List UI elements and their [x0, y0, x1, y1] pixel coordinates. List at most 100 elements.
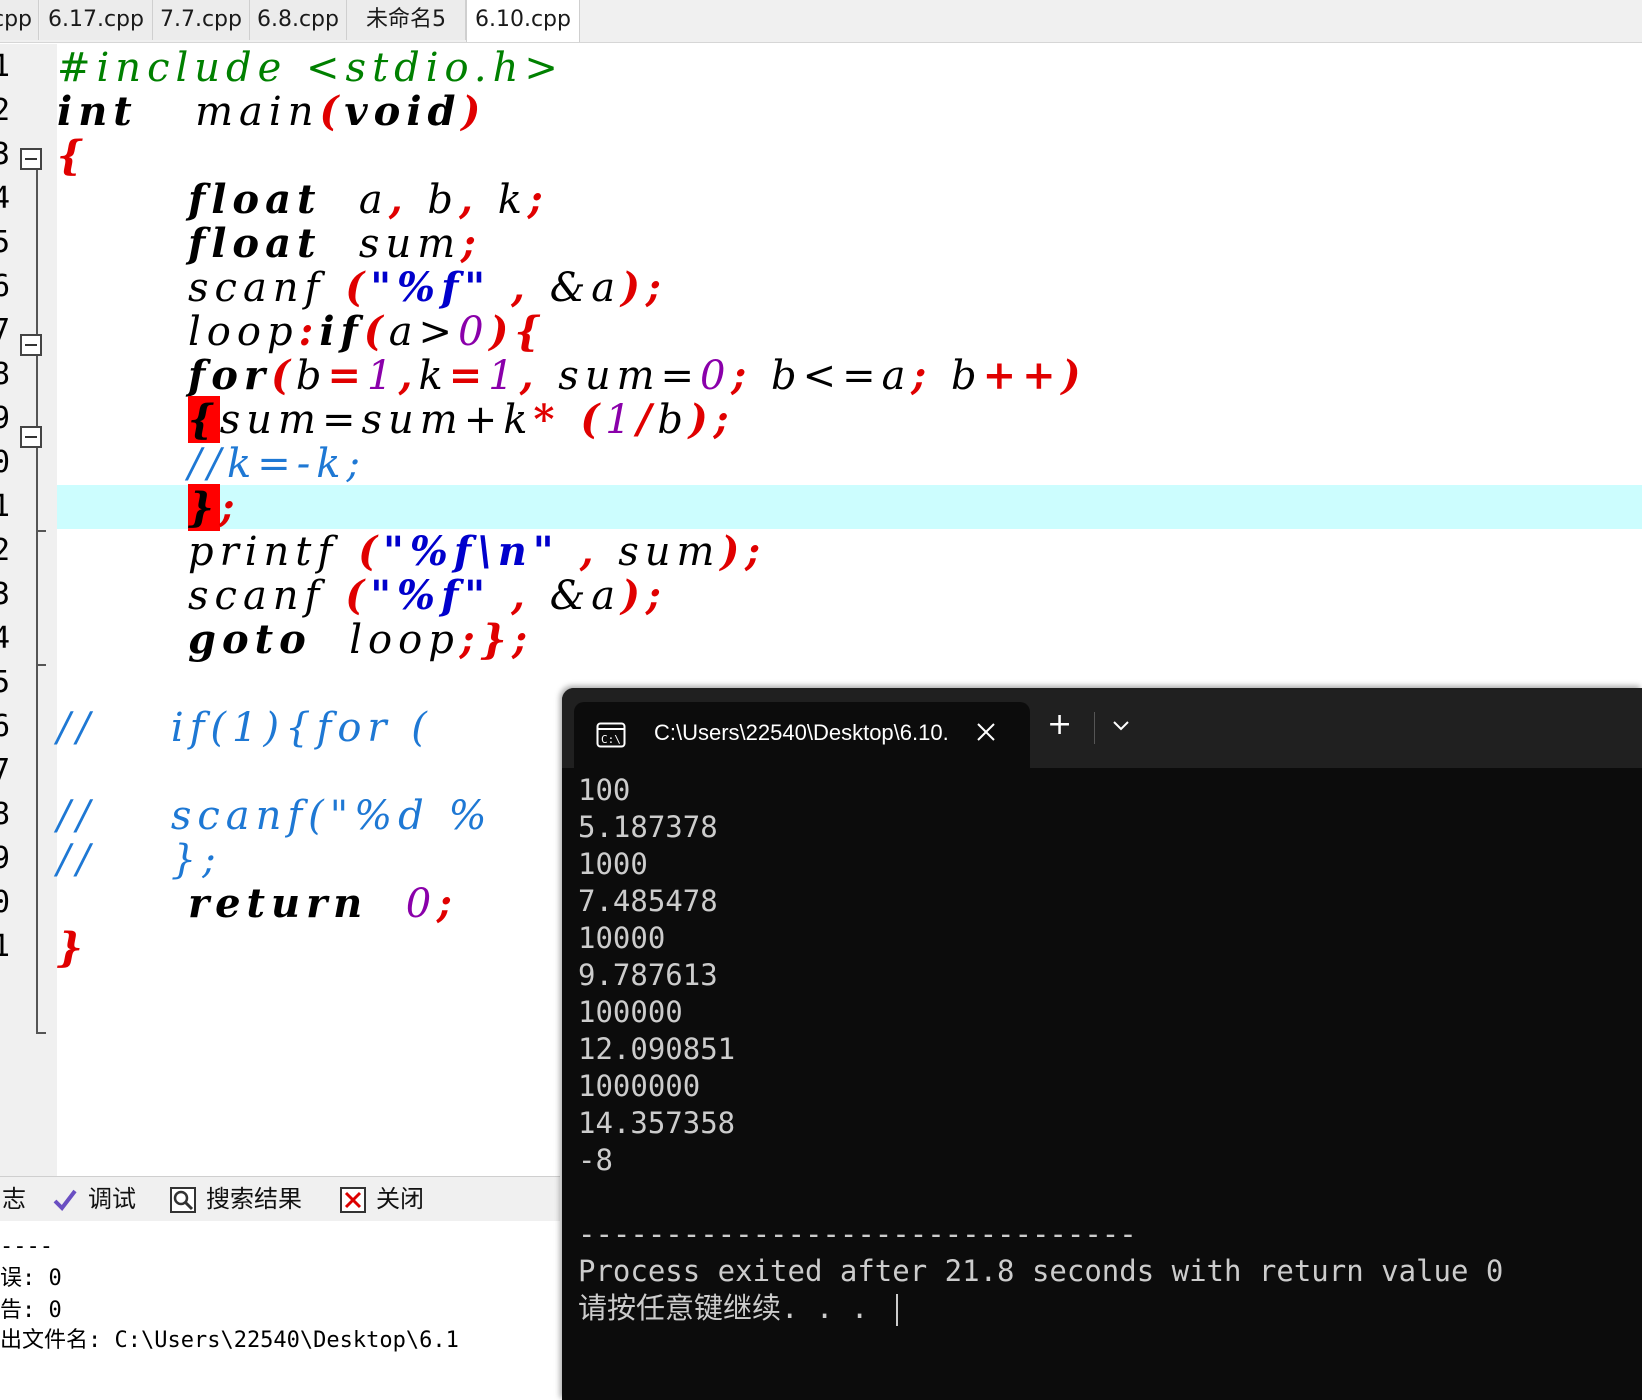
code-line[interactable]: return 0; — [57, 880, 458, 927]
code-token: ++) — [982, 352, 1087, 399]
code-line[interactable]: }; — [57, 484, 241, 531]
code-line[interactable]: // }; — [57, 838, 222, 882]
file-tab-0[interactable]: cpp — [0, 0, 39, 40]
log-line: 出文件名: C:\Users\22540\Desktop\6.1 — [0, 1328, 459, 1353]
file-tab-1[interactable]: 6.17.cpp — [40, 0, 153, 40]
terminal-output-line: 5.187378 — [578, 810, 718, 844]
terminal-output-line: -------------------------------- — [578, 1217, 1137, 1251]
bottom-panel-tabs: 志 调试 搜索结果 关闭 — [0, 1176, 560, 1221]
code-token: sum=sum+k — [219, 397, 534, 443]
code-token: , — [491, 572, 531, 619]
terminal-tab[interactable]: C:\ C:\Users\22540\Desktop\6.10. — [574, 702, 1030, 768]
code-line[interactable]: loop:if(a>0){ — [57, 310, 546, 355]
code-token: = — [327, 352, 368, 399]
tab-divider — [1094, 712, 1095, 744]
tab-compile-log[interactable]: 志 — [2, 1181, 26, 1217]
code-token: ( — [325, 572, 371, 619]
code-token: for — [188, 352, 271, 399]
code-line[interactable]: for(b=1,k=1, sum=0; b<=a; b++) — [57, 352, 1087, 399]
file-tab-active[interactable]: 6.10.cpp — [466, 0, 580, 42]
line-number: 9 — [0, 401, 11, 436]
fold-end-11 — [36, 530, 46, 532]
line-number: 1 — [0, 929, 11, 964]
code-line[interactable]: goto loop;}; — [57, 616, 534, 663]
line-number: 8 — [0, 797, 11, 832]
code-token: // }; — [57, 837, 222, 883]
code-line[interactable]: // scanf("%d % — [57, 794, 493, 838]
line-number: 4 — [0, 621, 11, 656]
line-number: 3 — [0, 137, 11, 172]
file-tab-4[interactable]: 未命名5 — [347, 0, 466, 40]
terminal-output-line: 7.485478 — [578, 884, 718, 918]
code-token: ( — [325, 264, 371, 311]
fold-end-14 — [36, 664, 46, 666]
code-line[interactable]: { — [57, 134, 89, 178]
code-line[interactable]: #include <stdio.h> — [57, 46, 564, 90]
code-token: &a — [530, 265, 622, 311]
code-token: ; — [527, 176, 549, 223]
code-token: "%f" — [370, 264, 492, 311]
tab-debug[interactable]: 调试 — [52, 1181, 136, 1217]
terminal-output: 100 5.187378 1000 7.485478 10000 9.787613 1000… — [578, 772, 1628, 1327]
line-number: 9 — [0, 841, 11, 876]
code-token: ); — [621, 264, 667, 311]
fold-toggle-3[interactable] — [20, 148, 42, 170]
code-line[interactable]: scanf ("%f" , &a); — [57, 264, 667, 311]
code-line[interactable]: //k=-k; — [57, 442, 366, 486]
code-token: 0 — [700, 353, 732, 399]
current-line-highlight — [57, 485, 1642, 529]
fold-toggle-9[interactable] — [20, 426, 42, 448]
terminal-output-line: 100 — [578, 773, 631, 807]
terminal-output-line: 14.357358 — [578, 1106, 736, 1140]
line-number-gutter: 1 2 3 4 5 6 7 8 9 0 1 2 3 4 5 6 7 8 9 0 1 — [0, 44, 57, 1220]
code-token: b — [295, 353, 328, 399]
tab-close-label: 关闭 — [376, 1185, 424, 1213]
chevron-down-icon[interactable] — [1110, 718, 1132, 738]
fold-toggle-7[interactable] — [20, 334, 42, 356]
code-token: b — [932, 353, 983, 399]
file-tab-bar: cpp 6.17.cpp 7.7.cpp 6.8.cpp 未命名5 6.10.c… — [0, 0, 1642, 43]
code-token: ; — [437, 880, 458, 927]
terminal-icon: C:\ — [596, 722, 626, 752]
code-line[interactable]: scanf ("%f" , &a); — [57, 572, 667, 619]
tab-close[interactable]: 关闭 — [340, 1181, 424, 1217]
code-token: ) — [461, 88, 487, 135]
terminal-output-line: 1000000 — [578, 1069, 701, 1103]
file-tab-3[interactable]: 6.8.cpp — [250, 0, 347, 40]
line-number: 5 — [0, 225, 11, 260]
matched-brace: { — [188, 396, 220, 443]
code-token: ; — [512, 616, 534, 663]
code-token: scanf — [188, 573, 326, 619]
code-token: return — [188, 880, 369, 927]
code-token: , — [491, 264, 531, 311]
code-line[interactable]: {sum=sum+k* (1/b); — [57, 396, 735, 443]
terminal-window[interactable]: C:\ C:\Users\22540\Desktop\6.10. + 100 5.… — [562, 688, 1642, 1400]
file-tab-2[interactable]: 7.7.cpp — [153, 0, 250, 40]
code-token: ); — [688, 396, 735, 443]
code-token: ; — [461, 220, 482, 267]
code-token: ); — [720, 528, 767, 575]
code-token: b — [408, 177, 460, 223]
code-token: "%f\n" — [383, 528, 560, 575]
code-token: ( — [319, 88, 345, 135]
code-line[interactable]: float sum; — [57, 220, 482, 267]
line-number: 0 — [0, 885, 11, 920]
code-line[interactable]: int main(void) — [57, 88, 487, 135]
code-token: float — [188, 176, 322, 223]
code-line[interactable]: // if(1){for ( — [57, 706, 433, 750]
code-token: 1 — [605, 397, 637, 443]
close-tab-icon[interactable] — [974, 720, 998, 748]
code-line[interactable]: } — [57, 926, 89, 970]
code-line[interactable]: printf ("%f\n" , sum); — [57, 528, 767, 575]
code-token: b — [657, 397, 689, 443]
code-line[interactable]: float a, b, k; — [57, 176, 549, 223]
log-line: ---- — [0, 1234, 53, 1259]
tab-search-results[interactable]: 搜索结果 — [170, 1181, 302, 1217]
new-tab-button[interactable]: + — [1047, 710, 1072, 740]
line-number: 1 — [0, 489, 11, 524]
